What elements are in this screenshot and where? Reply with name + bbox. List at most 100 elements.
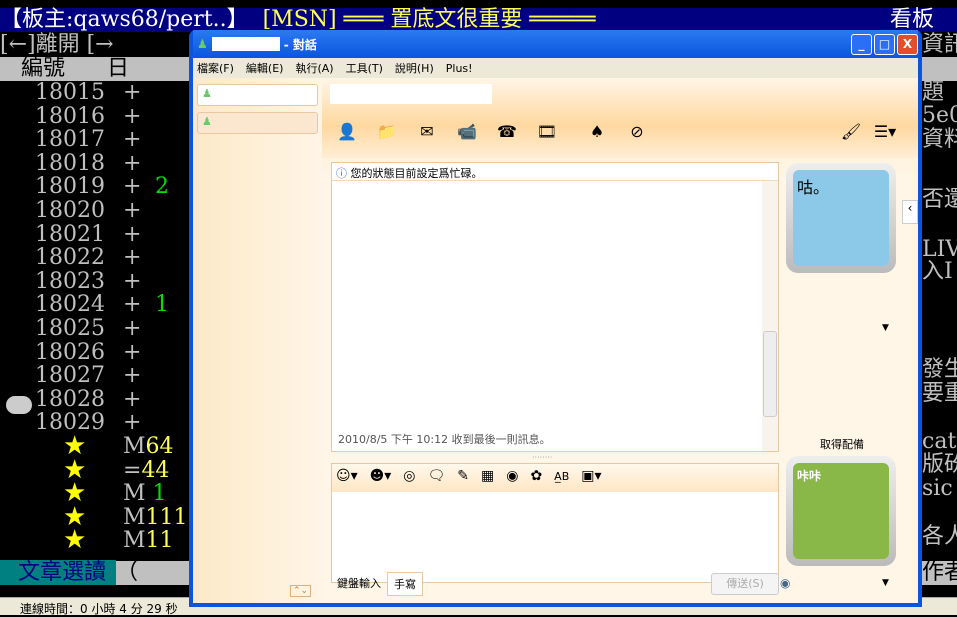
menu-edit[interactable]: 編輯(E) (246, 60, 284, 76)
mark-c: 1 (152, 481, 167, 507)
unread-mark: + (123, 150, 142, 176)
buddy-icon: ♟ (202, 115, 212, 128)
board-master: 【板主:qaws68/pert..】 (0, 7, 249, 32)
info-icon: ⓘ (336, 167, 347, 180)
webcam-icon[interactable]: ◉ (780, 576, 790, 590)
media-icon[interactable]: 🎞 (536, 122, 558, 144)
article-number: 18020 (35, 198, 105, 223)
menu-plus[interactable]: Plus! (446, 62, 473, 75)
background-icon[interactable]: ▦ (481, 468, 494, 484)
recommend-count: 1 (155, 292, 169, 318)
terminal-fragment: 要重 (922, 381, 957, 406)
article-number: 18019 (35, 174, 105, 200)
mark-a: = (123, 457, 142, 483)
nudge-icon[interactable]: ◎ (403, 468, 415, 484)
send-button[interactable]: 傳送(S) (711, 573, 779, 595)
article-number: 18023 (35, 268, 105, 294)
msn-chat-window: ♟ - 對話 _ □ X 檔案(F) 編輯(E) 執行(A) 工具(T) 說明(… (189, 30, 922, 607)
spellcheck-icon[interactable]: A̲B (554, 470, 569, 483)
contact-tab-selected[interactable]: ♟ (197, 112, 318, 134)
video-call-icon[interactable]: 📹 (456, 122, 478, 144)
mark-a: M (123, 481, 153, 507)
mode-label: 文章選讀 (0, 560, 117, 585)
games-icon[interactable]: ♠ (586, 122, 608, 144)
voice-clip-icon[interactable]: 🗨 (427, 468, 445, 484)
pinned-mark: M111 (123, 504, 188, 530)
info-message: 您的狀態目前設定爲忙碌。 (350, 167, 483, 180)
contacts-panel: ♟ ♟ ⌃⌄ (193, 78, 322, 603)
mark-a: M (123, 528, 146, 554)
unread-mark: + (123, 292, 142, 318)
article-number: 18017 (35, 127, 105, 153)
star-icon: ★ (63, 525, 87, 556)
chat-history: ⓘ 您的狀態目前設定爲忙碌。 2010/8/5 下午 10:12 收到最後一則訊… (331, 162, 779, 452)
message-compose[interactable]: ☺▾ ☻▾ ◎ 🗨 ✎ ▦ ◉ ✿ A̲B ▣▾ (331, 463, 779, 583)
picture-menu-arrow[interactable]: ▼ (882, 578, 889, 588)
maximize-button[interactable]: □ (874, 33, 895, 55)
sound-icon[interactable]: ◉ (506, 468, 518, 484)
terminal-fragment: cat (922, 429, 957, 454)
article-number: 18016 (35, 103, 105, 129)
msn-buddy-icon: ♟ (197, 37, 208, 51)
phone-call-icon[interactable]: ☎ (496, 122, 518, 144)
close-button[interactable]: X (897, 33, 918, 55)
invite-contact-icon[interactable]: 👤 (336, 122, 358, 144)
wink-icon[interactable]: ☻▾ (370, 468, 392, 484)
mark-b: 111 (145, 504, 188, 530)
block-contact-icon[interactable]: ⊘ (626, 122, 648, 144)
history-scrollbar[interactable] (762, 181, 778, 451)
menu-actions[interactable]: 執行(A) (295, 60, 333, 76)
unread-mark: + (123, 174, 142, 200)
pinned-mark: M 1 (123, 482, 167, 506)
menu-tools[interactable]: 工具(T) (346, 60, 383, 76)
terminal-fragment: 5e0 (922, 103, 957, 128)
avatar-text: 咔咔 (793, 463, 889, 559)
picture-menu-arrow[interactable]: ▼ (882, 323, 889, 333)
input-mode-tabs: 鍵盤輸入 手寫 (331, 572, 423, 596)
menu-help[interactable]: 說明(H) (395, 60, 434, 76)
tab-handwriting[interactable]: 手寫 (387, 572, 423, 596)
terminal-fragment: 版砏 (922, 452, 957, 477)
article-number: 18021 (35, 221, 105, 247)
menu-file[interactable]: 檔案(F) (197, 60, 234, 76)
terminal-fragment: 否還 (922, 187, 957, 212)
board-title: [MSN] ═══ 置底文很重要 ═════ (262, 7, 596, 32)
pinned-mark: M11 (123, 529, 174, 553)
resize-grip[interactable]: ········ (532, 453, 552, 462)
terminal-fragment: 入Ⅰ (922, 259, 953, 284)
title-bar[interactable]: ♟ - 對話 _ □ X (193, 30, 918, 58)
unread-mark: + (123, 198, 142, 223)
mark-a: M (123, 434, 146, 459)
article-number: 18028 (35, 386, 105, 412)
scrollbar-thumb[interactable] (763, 331, 777, 417)
unread-mark: + (123, 268, 142, 294)
get-gear-link[interactable]: 取得配備 (792, 436, 892, 452)
contact-display-picture[interactable]: 咕。 (786, 163, 896, 273)
article-number: 18024 (35, 292, 105, 318)
font-icon[interactable]: ✎ (457, 468, 469, 484)
article-number: 18025 (35, 316, 105, 341)
contact-name-redacted (211, 37, 280, 51)
share-files-icon[interactable]: 📁 (376, 122, 398, 144)
image-icon[interactable]: ▣▾ (581, 468, 601, 484)
show-menu-icon[interactable]: ☰▾ (868, 122, 902, 144)
minimize-button[interactable]: _ (851, 33, 872, 55)
terminal-header: 【板主:qaws68/pert..】 [MSN] ═══ 置底文很重要 ════… (0, 8, 957, 32)
terminal-fragment: 資料 (922, 127, 957, 152)
theme-brush-icon[interactable]: 🖌 (840, 122, 862, 144)
contact-tab[interactable]: ♟ (197, 84, 318, 106)
conversation-area: 👤 📁 ✉ 📹 ☎ 🎞 ♠ ⊘ 🖌 ☰▾ ⓘ 您的狀態目前設定爲忙碌。 2010… (322, 78, 918, 603)
buddy-icon: ♟ (202, 87, 212, 100)
tab-keyboard[interactable]: 鍵盤輸入 (331, 572, 387, 596)
scroll-tabs-button[interactable]: ⌃⌄ (290, 585, 312, 597)
avatar-text: 咕。 (793, 170, 889, 266)
email-icon[interactable]: ✉ (416, 122, 438, 144)
unread-mark: + (123, 245, 142, 271)
emoticon-icon[interactable]: ☺▾ (336, 468, 358, 484)
bottom-hint: （ (116, 560, 139, 585)
my-display-picture[interactable]: 咔咔 (786, 456, 896, 566)
collapse-panel-icon[interactable]: ‹ (902, 200, 918, 224)
action-toolbar: 👤 📁 ✉ 📹 ☎ 🎞 ♠ ⊘ 🖌 ☰▾ (322, 78, 918, 158)
activity-icon[interactable]: ✿ (530, 468, 542, 484)
unread-mark: + (123, 127, 142, 153)
